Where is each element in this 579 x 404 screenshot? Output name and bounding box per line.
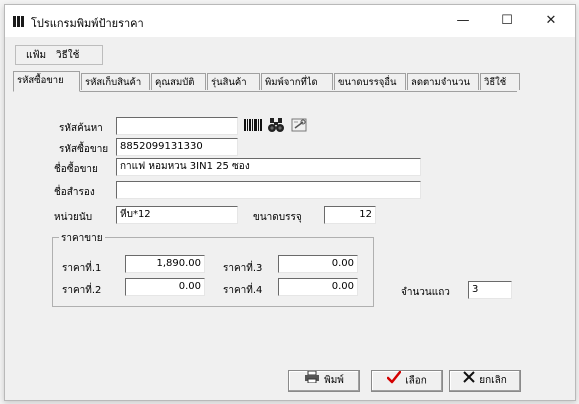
tab-qty-discount[interactable]: ลดตามจำนวน xyxy=(407,73,479,90)
price3-label: ราคาที่.3 xyxy=(223,263,263,274)
cancel-button-label: ยกเลิก xyxy=(479,375,507,386)
price3-field[interactable]: 0.00 xyxy=(278,255,358,273)
pack-size-field[interactable]: 12 xyxy=(324,206,376,224)
alt-name-label: ชื่อสำรอง xyxy=(54,187,95,198)
minimize-button[interactable]: — xyxy=(443,5,483,37)
menu-bar: แฟ้ม วิธีใช้ xyxy=(15,45,103,65)
price1-field[interactable]: 1,890.00 xyxy=(125,255,205,273)
tab-stock-code[interactable]: รหัสเก็บสินค้า xyxy=(81,73,150,90)
price4-label: ราคาที่.4 xyxy=(223,285,263,296)
price2-field[interactable]: 0.00 xyxy=(125,278,205,296)
unit-field[interactable]: หีบ*12 xyxy=(116,206,238,224)
search-input[interactable] xyxy=(116,117,238,135)
tab-print-from[interactable]: พิมพ์จากที่ได xyxy=(261,73,333,90)
barcode-field[interactable]: 8852099131330 xyxy=(116,138,238,156)
tab-bar: รหัสซื้อขาย รหัสเก็บสินค้า คุณสมบัติ รุ่… xyxy=(13,71,520,92)
tab-properties[interactable]: คุณสมบัติ xyxy=(151,73,206,90)
tab-other-pack[interactable]: ขนาดบรรจุอื่น xyxy=(334,73,406,90)
barcode-icon[interactable] xyxy=(243,116,263,134)
select-button-label: เลือก xyxy=(405,375,427,387)
cancel-button[interactable]: ยกเลิก xyxy=(449,370,521,392)
tab-barcode[interactable]: รหัสซื้อขาย xyxy=(13,71,80,92)
barcode-label: รหัสซื้อขาย xyxy=(59,144,109,155)
print-button[interactable]: พิมพ์ xyxy=(288,370,360,392)
alt-name-field[interactable] xyxy=(116,181,421,199)
price-group-title: ราคาขาย xyxy=(59,231,105,246)
print-button-label: พิมพ์ xyxy=(324,375,344,386)
printer-icon xyxy=(304,370,320,391)
rows-field[interactable]: 3 xyxy=(468,281,512,299)
search-label: รหัสค้นหา xyxy=(59,123,103,134)
maximize-button[interactable]: ☐ xyxy=(487,5,527,37)
tab-model[interactable]: รุ่นสินค้า xyxy=(207,73,260,90)
unit-label: หน่วยนับ xyxy=(54,212,93,223)
tool-icon[interactable] xyxy=(289,116,309,134)
name-field[interactable]: กาแฟ หอมหวน 3IN1 25 ซอง xyxy=(116,158,421,176)
close-button[interactable]: ✕ xyxy=(531,5,571,37)
select-button[interactable]: เลือก xyxy=(371,370,443,392)
price2-label: ราคาที่.2 xyxy=(62,285,102,296)
app-icon xyxy=(13,16,24,27)
window-title: โปรแกรมพิมพ์ป้ายราคา xyxy=(31,17,144,30)
price4-field[interactable]: 0.00 xyxy=(278,278,358,296)
rows-label: จำนวนแถว xyxy=(401,287,450,298)
pack-size-label: ขนาดบรรจุ xyxy=(253,212,302,223)
tab-help[interactable]: วิธีใช้ xyxy=(480,73,520,90)
menu-file[interactable]: แฟ้ม xyxy=(26,48,46,63)
title-bar: โปรแกรมพิมพ์ป้ายราคา — ☐ ✕ xyxy=(5,5,575,37)
binoculars-icon[interactable] xyxy=(266,116,286,134)
price1-label: ราคาที่.1 xyxy=(62,263,102,274)
main-window: โปรแกรมพิมพ์ป้ายราคา — ☐ ✕ แฟ้ม วิธีใช้ … xyxy=(4,4,576,401)
menu-help[interactable]: วิธีใช้ xyxy=(56,48,79,63)
x-icon xyxy=(463,371,475,391)
name-label: ชื่อซื้อขาย xyxy=(54,164,98,175)
checkmark-icon xyxy=(386,370,402,392)
form-panel: รหัสค้นหา รหัสซื้อขาย 8852099131330 ชื่อ… xyxy=(13,92,521,392)
